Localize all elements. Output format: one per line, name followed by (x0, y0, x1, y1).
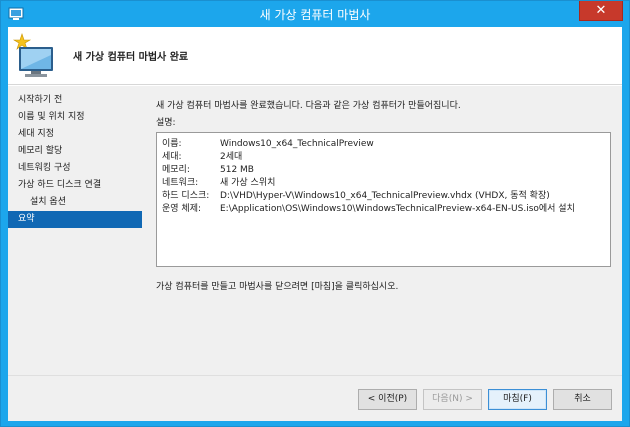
summary-row-hard-disk: 하드 디스크: D:\VHD\Hyper-V\Windows10_x64_Tec… (162, 190, 610, 203)
description-label: 설명: (156, 118, 176, 128)
wizard-header: 새 가상 컴퓨터 마법사 완료 (8, 27, 622, 85)
summary-value: 512 MB (220, 165, 254, 175)
summary-key: 네트워크: (162, 178, 199, 188)
summary-row-operating-system: 운영 체제: E:\Application\OS\Windows10\Windo… (162, 203, 610, 216)
summary-row-generation: 세대: 2세대 (162, 151, 610, 164)
step-virtual-hard-disk[interactable]: 가상 하드 디스크 연결 (8, 177, 142, 194)
new-vm-wizard-icon (12, 33, 53, 77)
title-bar[interactable]: 새 가상 컴퓨터 마법사 ✕ (1, 1, 629, 27)
step-generation[interactable]: 세대 지정 (8, 126, 142, 143)
summary-key: 운영 체제: (162, 204, 202, 214)
wizard-window: 새 가상 컴퓨터 마법사 ✕ 새 가상 컴퓨터 마법사 완료 시작하기 전 이름… (0, 0, 630, 427)
summary-value: E:\Application\OS\Windows10\WindowsTechn… (220, 204, 575, 214)
next-button[interactable]: 다음(N) > (423, 389, 482, 410)
step-install-options[interactable]: 설치 옵션 (8, 194, 142, 211)
summary-row-name: 이름: Windows10_x64_TechnicalPreview (162, 138, 610, 151)
summary-panel: 새 가상 컴퓨터 마법사를 완료했습니다. 다음과 같은 가상 컴퓨터가 만들어… (156, 86, 612, 375)
step-memory[interactable]: 메모리 할당 (8, 143, 142, 160)
summary-row-memory: 메모리: 512 MB (162, 164, 610, 177)
step-before-you-begin[interactable]: 시작하기 전 (8, 92, 142, 109)
close-button[interactable]: ✕ (579, 1, 623, 21)
finish-instruction-text: 가상 컴퓨터를 만들고 마법사를 닫으려면 [마침]을 클릭하십시오. (156, 282, 399, 292)
wizard-page-title: 새 가상 컴퓨터 마법사 완료 (73, 52, 189, 63)
previous-button[interactable]: < 이전(P) (358, 389, 417, 410)
step-name-location[interactable]: 이름 및 위치 지정 (8, 109, 142, 126)
wizard-body: 시작하기 전 이름 및 위치 지정 세대 지정 메모리 할당 네트워킹 구성 가… (8, 86, 622, 375)
summary-key: 메모리: (162, 165, 190, 175)
cancel-button[interactable]: 취소 (553, 389, 612, 410)
wizard-step-nav: 시작하기 전 이름 및 위치 지정 세대 지정 메모리 할당 네트워킹 구성 가… (8, 92, 142, 228)
finish-button[interactable]: 마침(F) (488, 389, 547, 410)
summary-key: 이름: (162, 139, 182, 149)
wizard-button-bar: < 이전(P) 다음(N) > 마침(F) 취소 (8, 375, 622, 421)
step-summary[interactable]: 요약 (8, 211, 142, 228)
step-networking[interactable]: 네트워킹 구성 (8, 160, 142, 177)
summary-row-network: 네트워크: 새 가상 스위치 (162, 177, 610, 190)
summary-value: 새 가상 스위치 (220, 178, 276, 188)
summary-value: 2세대 (220, 152, 243, 162)
window-title: 새 가상 컴퓨터 마법사 (259, 8, 371, 22)
summary-textbox[interactable]: 이름: Windows10_x64_TechnicalPreview 세대: 2… (156, 132, 611, 267)
intro-text: 새 가상 컴퓨터 마법사를 완료했습니다. 다음과 같은 가상 컴퓨터가 만들어… (156, 101, 461, 111)
summary-key: 세대: (162, 152, 182, 162)
summary-value: D:\VHD\Hyper-V\Windows10_x64_TechnicalPr… (220, 191, 550, 201)
wizard-client-area: 새 가상 컴퓨터 마법사 완료 시작하기 전 이름 및 위치 지정 세대 지정 … (8, 27, 622, 421)
summary-key: 하드 디스크: (162, 191, 210, 201)
summary-value: Windows10_x64_TechnicalPreview (220, 139, 374, 149)
